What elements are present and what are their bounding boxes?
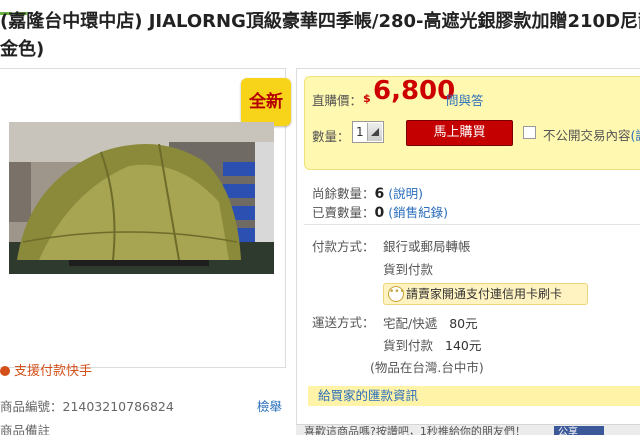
private-transaction-text: 不公開交易內容 — [543, 128, 631, 143]
quantity-select[interactable]: 1 — [352, 121, 384, 143]
bank-info-link[interactable]: 給買家的匯款資訊 — [308, 386, 640, 406]
shipping-method-delivery: 宅配/快遞 80元 — [383, 313, 478, 332]
section-divider — [304, 224, 640, 225]
payment-method-bank: 銀行或郵局轉帳 — [383, 239, 471, 254]
report-link[interactable]: 檢舉 — [257, 396, 282, 415]
buy-now-button[interactable]: 馬上購買 — [406, 120, 513, 146]
price-currency: $ — [363, 92, 371, 105]
remaining-value: 6 — [374, 186, 385, 202]
shipping-cod-name: 貨到付款 — [383, 338, 434, 353]
shipping-method-cod: 貨到付款 140元 — [383, 335, 481, 354]
new-condition-badge: 全新 — [241, 78, 291, 126]
product-note: 商品備註 — [0, 423, 51, 435]
dropdown-arrow-icon — [367, 123, 382, 141]
price-value: 6,800 — [373, 76, 456, 106]
payment-label: 付款方式： — [312, 239, 375, 254]
tent-photo-illustration — [9, 122, 274, 274]
sold-label: 已賣數量： — [312, 205, 375, 220]
product-title-line2: 金色) — [0, 39, 45, 60]
qa-link[interactable]: 問與答 — [446, 90, 484, 109]
product-code-row: 商品編號：21403210786824 檢舉 — [0, 396, 286, 415]
facebook-share-button[interactable]: 公享 — [554, 426, 604, 435]
product-title-line1: (嘉隆台中環中店) JIALORNG頂級豪華四季帳/280-高遮光銀膠款加贈21… — [0, 11, 640, 32]
credit-card-tip-text: 請賣家開通支付連信用卡刷卡 — [406, 287, 563, 301]
sold-quantity-row: 已賣數量：0 (銷售紀錄) — [312, 202, 448, 221]
pay-fast-icon — [0, 366, 10, 376]
private-transaction-checkbox[interactable] — [523, 126, 536, 139]
pay-fast-support[interactable]: 支援付款快手 — [0, 360, 92, 379]
private-transaction-label: 不公開交易內容(說 — [543, 125, 640, 144]
shipping-delivery-price: 80元 — [449, 316, 478, 331]
chat-bubble-icon: ••• — [388, 286, 405, 302]
quantity-value: 1 — [356, 125, 364, 139]
product-code: 商品編號：21403210786824 — [0, 399, 174, 414]
price-label: 直購價： — [312, 93, 363, 108]
product-photo[interactable] — [9, 122, 274, 274]
item-location: (物品在台灣.台中市) — [370, 360, 484, 375]
sold-value: 0 — [374, 205, 385, 221]
shipping-label: 運送方式： — [312, 315, 375, 330]
credit-card-tip[interactable]: ••• 請賣家開通支付連信用卡刷卡 — [383, 283, 588, 305]
shipping-delivery-name: 宅配/快遞 — [383, 316, 438, 331]
share-bar-text: 喜歡這商品嗎?按讚吧，1秒推給你的朋友們！ — [304, 425, 526, 435]
top-color-strip — [0, 0, 60, 15]
sales-record-link[interactable]: (銷售紀錄) — [388, 205, 448, 220]
remaining-explain-link[interactable]: (說明) — [388, 186, 423, 201]
payment-method-cod: 貨到付款 — [383, 262, 434, 277]
pay-fast-label: 支援付款快手 — [14, 364, 93, 379]
remaining-label: 尚餘數量： — [312, 186, 375, 201]
remaining-quantity-row: 尚餘數量：6 (說明) — [312, 183, 423, 202]
share-bar: 喜歡這商品嗎?按讚吧，1秒推給你的朋友們！ 公享 — [296, 424, 640, 435]
shipping-cod-price: 140元 — [445, 338, 482, 353]
quantity-label: 數量： — [312, 129, 350, 144]
product-title: (嘉隆台中環中店) JIALORNG頂級豪華四季帳/280-高遮光銀膠款加贈21… — [0, 8, 640, 64]
private-explain-link[interactable]: (說 — [631, 128, 640, 143]
